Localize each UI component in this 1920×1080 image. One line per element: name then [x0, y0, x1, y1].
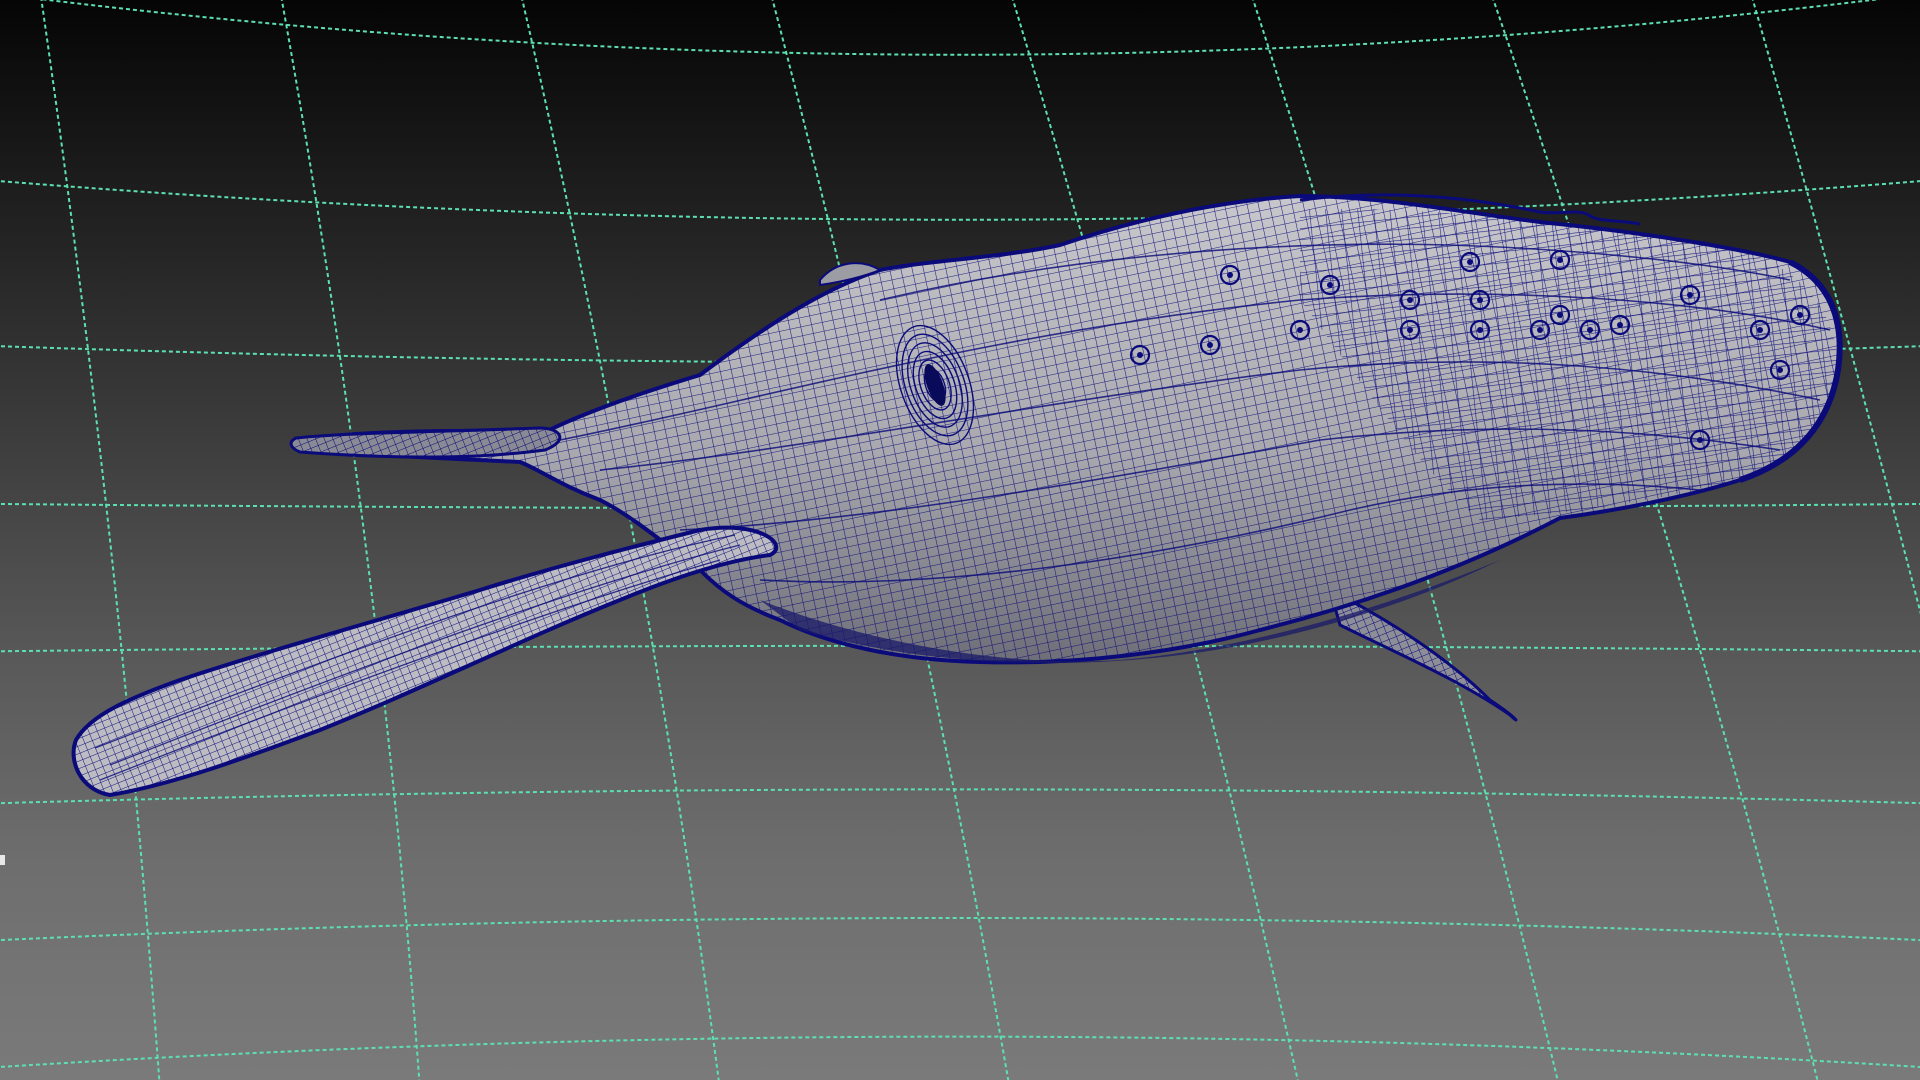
- tubercle-center: [1557, 312, 1563, 318]
- tubercle-center: [1757, 327, 1763, 333]
- perspective-viewport[interactable]: [0, 0, 1920, 1080]
- tubercle-center: [1557, 257, 1563, 263]
- tubercle-center: [1477, 327, 1483, 333]
- grid-line-v: [1492, 0, 1819, 1080]
- grid-line-h: [0, 180, 1920, 221]
- tubercle-center: [1407, 297, 1413, 303]
- grid-line-v: [1751, 0, 1920, 615]
- tubercle-center: [1227, 272, 1233, 278]
- tail-fluke-mesh: [291, 428, 560, 457]
- whale-mesh[interactable]: [71, 193, 1843, 798]
- grid-line-h: [0, 917, 1920, 942]
- tubercle-center: [1617, 322, 1623, 328]
- grid-line-h: [40, 0, 1880, 56]
- viewport-canvas[interactable]: [0, 0, 1920, 1080]
- mouse-cursor: [0, 855, 5, 865]
- tubercle-center: [1797, 312, 1803, 318]
- tubercle-center: [1207, 342, 1213, 348]
- tubercle-center: [1297, 327, 1303, 333]
- grid-line-v: [280, 0, 421, 1080]
- tubercle-center: [1407, 327, 1413, 333]
- tubercle-center: [1687, 292, 1693, 298]
- tubercle-center: [1537, 327, 1543, 333]
- tubercle-center: [1327, 282, 1333, 288]
- tubercle-center: [1697, 437, 1703, 443]
- tubercle-center: [1477, 297, 1483, 303]
- right-pectoral-fin-mesh: [1330, 590, 1516, 720]
- grid-line-v: [40, 0, 161, 1080]
- tubercle-center: [1587, 327, 1593, 333]
- tubercle-center: [1137, 352, 1143, 358]
- tubercle-center: [1777, 367, 1783, 373]
- tubercle-center: [1467, 259, 1473, 265]
- grid-line-h: [0, 1035, 1920, 1068]
- grid-line-h: [0, 788, 1920, 805]
